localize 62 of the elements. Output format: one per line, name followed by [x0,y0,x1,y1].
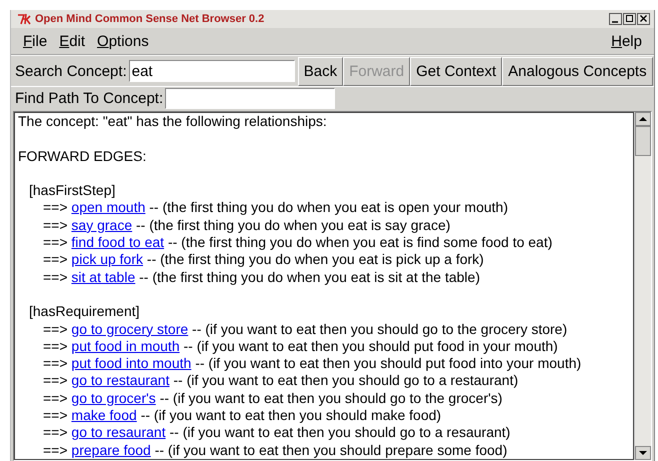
edge-description: -- (if you want to eat then you should go to the grocer's) [160,390,502,406]
toolbar-button[interactable]: Back [298,56,344,86]
concept-link[interactable]: go to restaurant [71,372,170,388]
edge-description: -- (if you want to eat then you should make food) [140,407,442,424]
menu-item[interactable]: Edit [53,32,92,50]
section-heading: FORWARD EDGES: [18,148,148,165]
concept-link[interactable]: go to grocer's [71,390,156,406]
help-menu[interactable]: Help [605,32,648,50]
edge-description: -- (if you want to eat then you should go to a restaurant) [173,372,518,388]
arrow-text: ==> [43,372,68,388]
arrow-text: ==> [43,338,68,354]
relation-heading: [hasFirstStep] [28,182,116,200]
search-field[interactable]: eat [128,60,295,82]
scroll-up-icon[interactable] [635,112,651,126]
find-path-field[interactable] [165,88,336,109]
arrow-text: ==> [43,251,68,268]
concept-link[interactable]: pick up fork [71,251,144,268]
concept-link[interactable]: go to grocery store [71,320,188,337]
edge-description: -- (if you want to eat then you should prepare some food) [154,442,508,458]
arrow-text: ==> [43,407,68,424]
edge-description: -- (the first thing you do when you eat is say grace) [136,216,450,233]
scroll-thumb[interactable] [635,126,651,156]
arrow-text: ==> [43,320,68,337]
arrow-text: ==> [43,355,68,372]
scroll-down-icon[interactable] [635,446,651,460]
window-title: Open Mind Common Sense Net Browser 0.2 [35,13,266,25]
edge-description: -- (if you want to eat then you should go to a resaurant) [169,424,510,440]
concept-link[interactable]: make food [71,407,137,424]
edge-description: -- (if you want to eat then you should put food into your mouth) [195,355,582,372]
close-icon[interactable] [637,13,650,25]
search-label: Search Concept: [15,62,127,80]
edge-description: -- (if you want to eat then you should put food in your mouth) [184,338,558,354]
concept-link[interactable]: say grace [71,216,132,233]
edge-description: -- (the first thing you do when you eat is find some food to eat) [168,234,552,250]
menu-item[interactable]: File [17,32,54,50]
arrow-text: ==> [43,424,68,440]
concept-link[interactable]: put food into mouth [71,355,192,372]
edge-description: -- (if you want to eat then you should go to the grocery store) [192,320,568,337]
maximize-icon[interactable] [623,13,636,25]
menu-item[interactable]: Options [91,32,155,50]
concept-link[interactable]: open mouth [71,199,146,216]
intro-text: The concept: "eat" has the following relationships: [18,113,328,130]
relation-heading: [hasRequirement] [28,303,141,321]
find-path-label: Find Path To Concept: [15,90,164,107]
edge-description: -- (the first thing you do when you eat is sit at the table) [139,268,480,285]
arrow-text: ==> [43,199,68,216]
minimize-icon[interactable] [609,13,622,25]
arrow-text: ==> [43,234,68,250]
concept-link[interactable]: find food to eat [71,234,164,250]
toolbar-button[interactable]: Analogous Concepts [502,56,653,86]
edge-description: -- (the first thing you do when you eat is open your mouth) [149,199,508,216]
concept-link[interactable]: prepare food [71,442,151,458]
arrow-text: ==> [43,390,68,406]
arrow-text: ==> [43,216,68,233]
concept-link[interactable]: put food in mouth [71,338,180,354]
arrow-text: ==> [43,268,68,285]
arrow-text: ==> [43,442,68,458]
concept-link[interactable]: go to resaurant [71,424,166,440]
edge-description: -- (the first thing you do when you eat is pick up a fork) [146,251,484,268]
toolbar-button[interactable]: Get Context [410,56,502,86]
concept-link[interactable]: sit at table [71,268,136,285]
scrollbar[interactable] [634,112,651,460]
